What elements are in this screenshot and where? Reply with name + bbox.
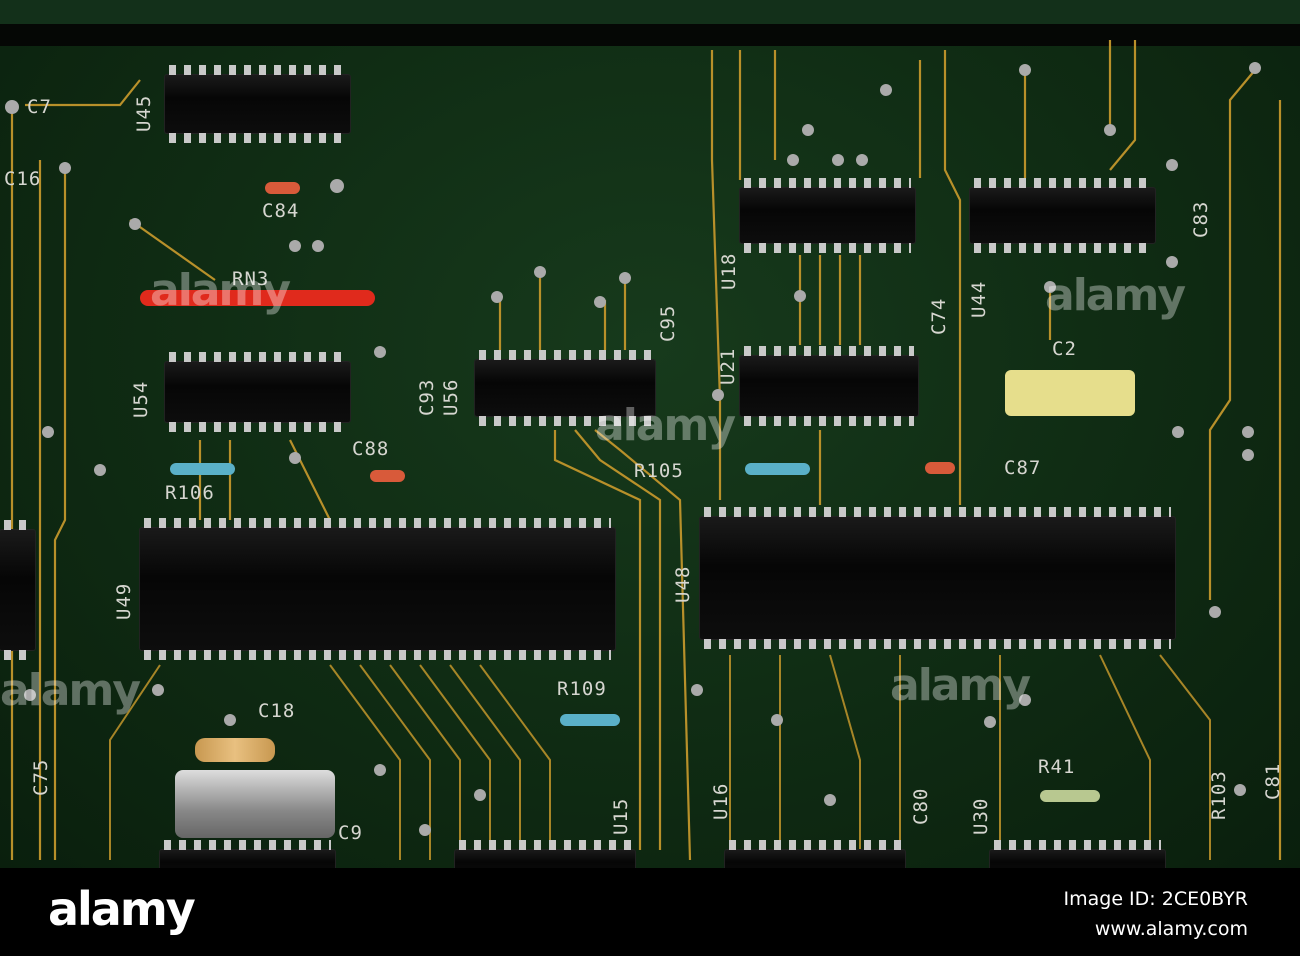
stock-footer: alamy Image ID: 2CE0BYR www.alamy.com: [0, 868, 1300, 956]
silkscreen-label: C88: [352, 438, 390, 460]
silkscreen-label: U30: [970, 797, 992, 835]
capacitor-c84: [265, 182, 300, 194]
ic-chip-bottom-4: [990, 840, 1165, 868]
silkscreen-label: C87: [1004, 457, 1042, 479]
ic-chip-u45: [165, 65, 350, 143]
silkscreen-label: U18: [718, 252, 740, 290]
silkscreen-label: C16: [4, 168, 42, 190]
ic-chip-partial-left: [0, 520, 35, 660]
silkscreen-label: C95: [657, 304, 679, 342]
silkscreen-label: R103: [1208, 770, 1230, 820]
ic-chip-u48: [700, 507, 1175, 649]
ic-chip-u18: [740, 178, 915, 253]
ic-chip-bottom-3: [725, 840, 905, 868]
watermark: alamy: [1045, 270, 1186, 321]
silkscreen-label: R41: [1038, 756, 1076, 778]
resistor-r105: [745, 463, 810, 475]
silkscreen-label: R106: [165, 482, 215, 504]
silkscreen-label: C74: [928, 297, 950, 335]
silkscreen-label: C83: [1190, 200, 1212, 238]
ic-chip-u21: [740, 346, 918, 426]
capacitor-c18: [195, 738, 275, 762]
silkscreen-label: U21: [717, 347, 739, 385]
resistor-r109: [560, 714, 620, 726]
silkscreen-label: C9: [338, 822, 363, 844]
watermark: alamy: [150, 265, 291, 316]
watermark: alamy: [595, 400, 736, 451]
circuit-board-photo: C7 U45 C16 C84 RN3 U54 C93 U56 C95 U21 U…: [0, 0, 1300, 868]
ic-chip-u49: [140, 518, 615, 660]
silkscreen-label: R105: [634, 460, 684, 482]
capacitor-c9: [175, 770, 335, 838]
silkscreen-label: C18: [258, 700, 296, 722]
silkscreen-label: C93: [416, 378, 438, 416]
silkscreen-label: C75: [30, 758, 52, 796]
silkscreen-label: C80: [910, 787, 932, 825]
silkscreen-label: U54: [130, 380, 152, 418]
silkscreen-label: U49: [113, 582, 135, 620]
resistor-r41: [1040, 790, 1100, 802]
capacitor-c87: [925, 462, 955, 474]
alamy-logo: alamy: [48, 882, 196, 936]
silkscreen-label: C84: [262, 200, 300, 222]
resistor-r106: [170, 463, 235, 475]
capacitor-c2: [1005, 370, 1135, 416]
image-id: Image ID: 2CE0BYR: [1063, 888, 1248, 910]
silkscreen-label: U48: [672, 565, 694, 603]
ic-chip-u44: [970, 178, 1155, 253]
silkscreen-label: U56: [440, 378, 462, 416]
watermark: alamy: [890, 660, 1031, 711]
ic-chip-bottom-1: [160, 840, 335, 868]
silkscreen-label: U16: [710, 782, 732, 820]
silkscreen-label: U44: [968, 280, 990, 318]
capacitor-c88: [370, 470, 405, 482]
silkscreen-label: U45: [133, 94, 155, 132]
silkscreen-label: R109: [557, 678, 607, 700]
ic-chip-u54: [165, 352, 350, 432]
silkscreen-label: C7: [27, 96, 52, 118]
ic-chip-bottom-2: [455, 840, 635, 868]
silkscreen-label: U15: [610, 797, 632, 835]
silkscreen-label: C81: [1262, 762, 1284, 800]
site-url: www.alamy.com: [1094, 918, 1248, 940]
silkscreen-label: C2: [1052, 338, 1077, 360]
watermark: alamy: [0, 665, 141, 716]
